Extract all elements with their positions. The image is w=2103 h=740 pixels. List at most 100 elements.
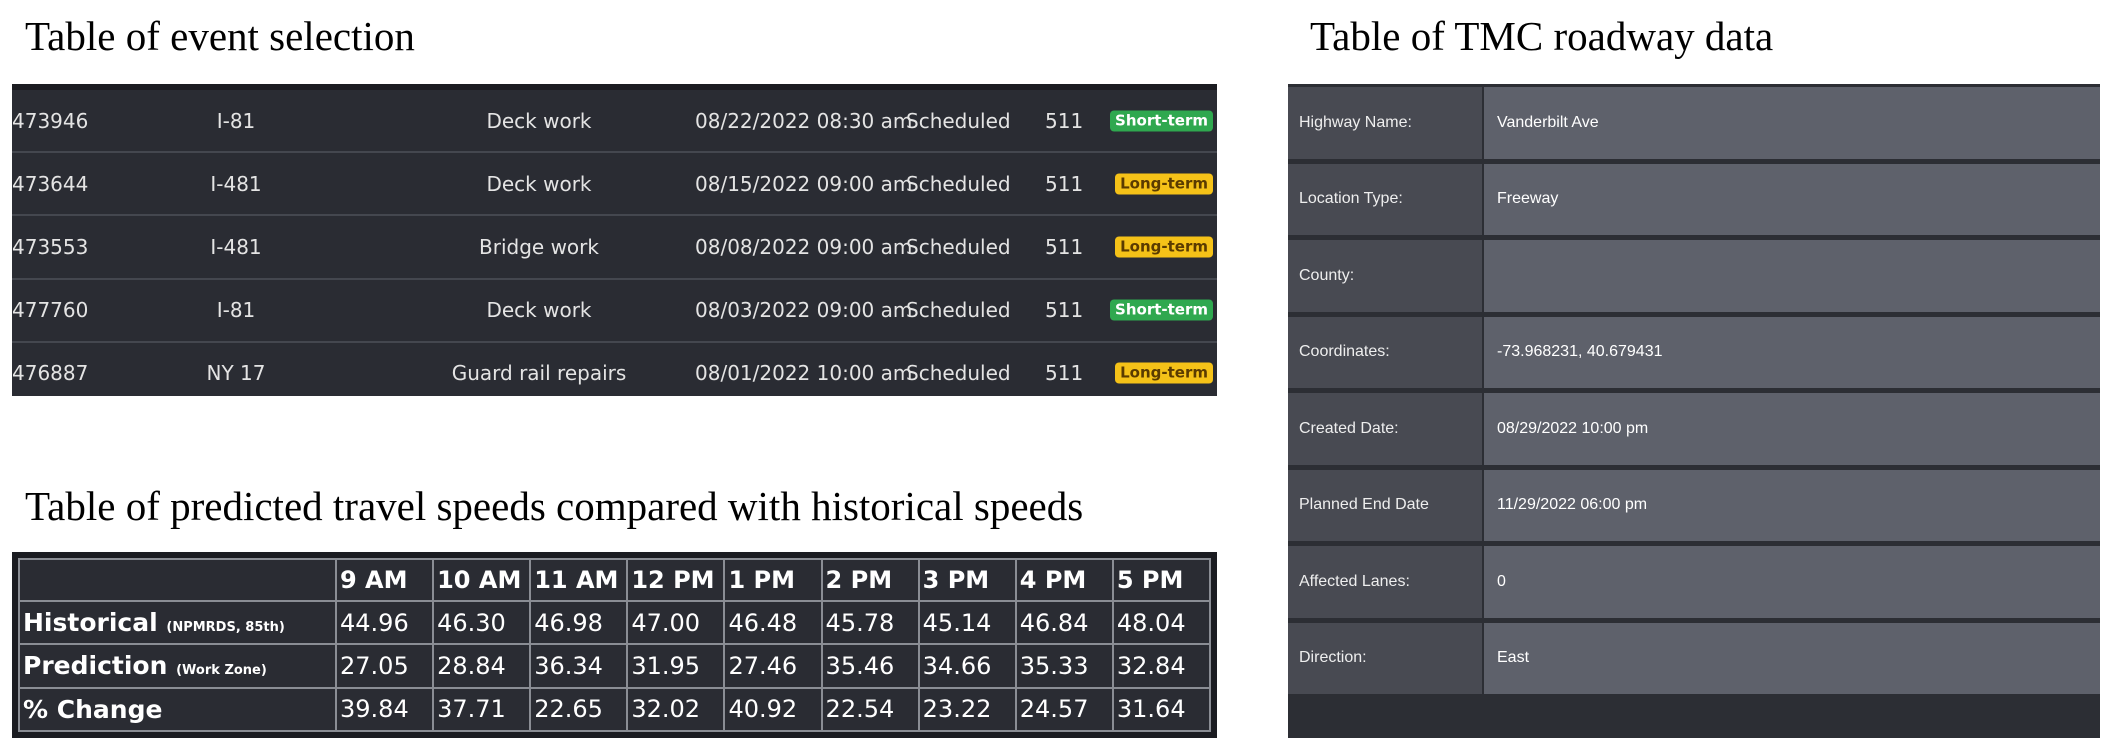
speed-cell: 46.48 (723, 599, 823, 646)
event-source: 511 (1045, 298, 1084, 323)
tmc-row-affected-lanes: Affected Lanes: 0 (1288, 546, 2100, 623)
event-row[interactable]: 473946 I-81 Deck work 08/22/2022 08:30 a… (12, 90, 1217, 154)
speed-cell: 34.66 (917, 643, 1017, 689)
tmc-label: County: (1288, 240, 1482, 312)
hour-header: 4 PM (1014, 558, 1114, 602)
event-status: Scheduled (906, 171, 1011, 196)
tmc-label: Highway Name: (1288, 87, 1482, 159)
row-label: Prediction (Work Zone) (18, 643, 337, 689)
speed-cell: 32.84 (1111, 643, 1212, 689)
row-label-note: (Work Zone) (176, 663, 267, 679)
event-date: 08/22/2022 08:30 am (695, 108, 913, 133)
event-id: 473644 (12, 171, 89, 196)
hour-header: 3 PM (917, 558, 1017, 602)
events-heading: Table of event selection (25, 13, 415, 59)
percent-change-row: % Change 39.84 37.71 22.65 32.02 40.92 2… (18, 686, 1212, 733)
event-id: 477760 (12, 298, 89, 323)
tmc-row-coordinates: Coordinates: -73.968231, 40.679431 (1288, 316, 2100, 393)
tmc-value: 0 (1484, 546, 2100, 618)
speed-cell: 28.84 (432, 643, 532, 689)
corner-cell (18, 558, 337, 602)
speed-cell: 48.04 (1111, 599, 1212, 646)
tmc-heading: Table of TMC roadway data (1310, 13, 1774, 59)
duration-badge: Long-term (1115, 236, 1213, 258)
speed-cell: 31.64 (1111, 686, 1212, 733)
speed-cell: 31.95 (626, 643, 726, 689)
row-label-text: Historical (23, 608, 158, 638)
tmc-value: 08/29/2022 10:00 pm (1484, 393, 2100, 465)
tmc-value: -73.968231, 40.679431 (1484, 316, 2100, 388)
tmc-label: Coordinates: (1288, 316, 1482, 388)
event-type: Bridge work (479, 234, 599, 259)
event-id: 476887 (12, 361, 89, 386)
event-row[interactable]: 477760 I-81 Deck work 08/03/2022 09:00 a… (12, 280, 1217, 343)
tmc-label: Planned End Date (1288, 469, 1482, 541)
event-row[interactable]: 476887 NY 17 Guard rail repairs 08/01/20… (12, 343, 1217, 404)
row-label: Historical (NPMRDS, 85th) (18, 599, 337, 646)
event-status: Scheduled (906, 234, 1011, 259)
event-type: Guard rail repairs (451, 361, 627, 386)
tmc-roadway-table: Highway Name: Vanderbilt Ave Location Ty… (1288, 84, 2100, 738)
speed-cell: 47.00 (626, 599, 726, 646)
speed-cell: 35.46 (820, 643, 920, 689)
speed-cell: 39.84 (334, 686, 435, 733)
event-road: I-81 (216, 298, 256, 323)
tmc-label: Affected Lanes: (1288, 546, 1482, 618)
speed-cell: 45.78 (820, 599, 920, 646)
event-type: Deck work (486, 108, 592, 133)
row-label-note: (NPMRDS, 85th) (166, 620, 285, 636)
historical-row: Historical (NPMRDS, 85th) 44.96 46.30 46… (18, 599, 1212, 646)
speeds-heading: Table of predicted travel speeds compare… (25, 483, 1084, 529)
hour-header: 9 AM (334, 558, 435, 602)
speed-cell: 22.65 (529, 686, 629, 733)
event-id: 473553 (12, 234, 89, 259)
speed-cell: 37.71 (432, 686, 532, 733)
speed-cell: 27.46 (723, 643, 823, 689)
tmc-value: Vanderbilt Ave (1484, 87, 2100, 159)
speed-cell: 35.33 (1014, 643, 1114, 689)
duration-badge: Long-term (1115, 362, 1213, 384)
event-source: 511 (1045, 108, 1084, 133)
hour-header: 11 AM (529, 558, 629, 602)
event-status: Scheduled (906, 298, 1011, 323)
event-road: I-81 (216, 108, 256, 133)
event-source: 511 (1045, 234, 1084, 259)
duration-badge: Long-term (1115, 173, 1213, 195)
speed-header-row: 9 AM 10 AM 11 AM 12 PM 1 PM 2 PM 3 PM 4 … (18, 558, 1212, 602)
tmc-value: East (1484, 622, 2100, 694)
speed-cell: 27.05 (334, 643, 435, 689)
tmc-label: Location Type: (1288, 163, 1482, 235)
speed-comparison-table: 9 AM 10 AM 11 AM 12 PM 1 PM 2 PM 3 PM 4 … (12, 552, 1217, 738)
speed-cell: 32.02 (626, 686, 726, 733)
event-date: 08/01/2022 10:00 am (695, 361, 913, 386)
duration-badge: Short-term (1110, 110, 1213, 132)
tmc-label: Created Date: (1288, 393, 1482, 465)
tmc-value: Freeway (1484, 163, 2100, 235)
speed-cell: 40.92 (723, 686, 823, 733)
event-road: I-481 (210, 234, 262, 259)
speed-cell: 46.30 (432, 599, 532, 646)
speed-cell: 44.96 (334, 599, 435, 646)
speed-cell: 36.34 (529, 643, 629, 689)
hour-header: 1 PM (723, 558, 823, 602)
event-row[interactable]: 473553 I-481 Bridge work 08/08/2022 09:0… (12, 216, 1217, 280)
row-label: % Change (18, 686, 337, 733)
tmc-value (1484, 240, 2100, 312)
hour-header: 10 AM (432, 558, 532, 602)
event-date: 08/15/2022 09:00 am (695, 171, 913, 196)
speed-cell: 46.98 (529, 599, 629, 646)
event-status: Scheduled (906, 361, 1011, 386)
duration-badge: Short-term (1110, 299, 1213, 321)
event-selection-table: 473946 I-81 Deck work 08/22/2022 08:30 a… (12, 84, 1217, 396)
tmc-row-planned-end-date: Planned End Date 11/29/2022 06:00 pm (1288, 469, 2100, 546)
event-date: 08/08/2022 09:00 am (695, 234, 913, 259)
event-source: 511 (1045, 361, 1084, 386)
event-row[interactable]: 473644 I-481 Deck work 08/15/2022 09:00 … (12, 153, 1217, 217)
tmc-row-created-date: Created Date: 08/29/2022 10:00 pm (1288, 393, 2100, 470)
event-road: I-481 (210, 171, 262, 196)
tmc-row-direction: Direction: East (1288, 622, 2100, 699)
tmc-row-highway-name: Highway Name: Vanderbilt Ave (1288, 87, 2100, 164)
tmc-row-location-type: Location Type: Freeway (1288, 163, 2100, 240)
event-date: 08/03/2022 09:00 am (695, 298, 913, 323)
event-type: Deck work (486, 171, 592, 196)
